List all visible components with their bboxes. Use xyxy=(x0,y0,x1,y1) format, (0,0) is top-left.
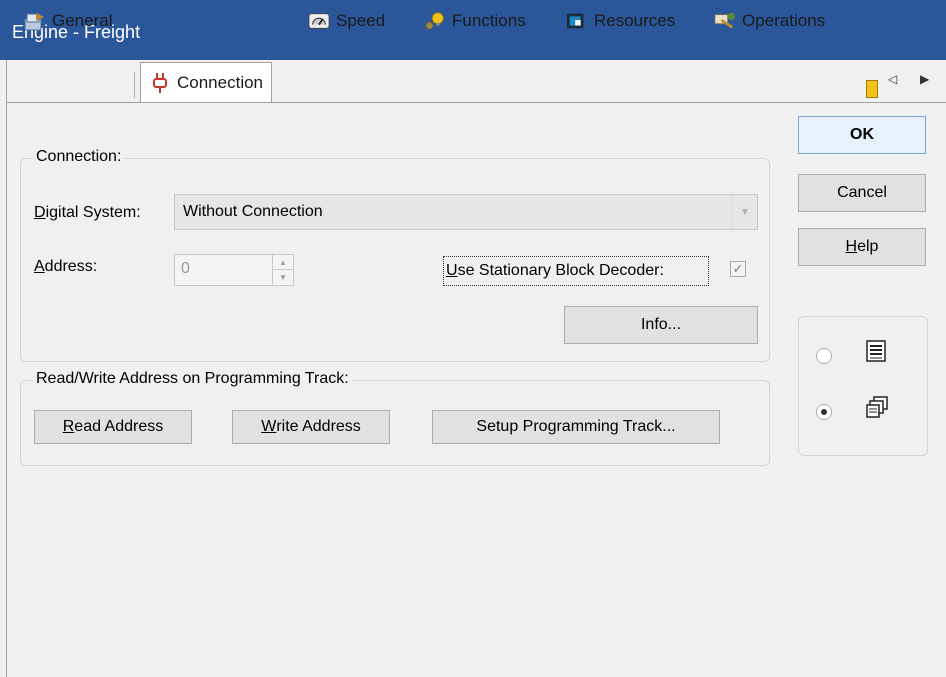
help-button[interactable]: Help xyxy=(798,228,926,266)
tab-connection[interactable]: Connection xyxy=(140,62,273,102)
tab-resources[interactable]: Resources xyxy=(566,4,675,38)
read-address-button[interactable]: Read Address xyxy=(34,410,192,444)
tab-operations-label: Operations xyxy=(742,11,826,30)
digital-system-select[interactable]: Without Connection ▼ xyxy=(174,194,758,230)
tab-scroll-left-icon[interactable]: ◁ xyxy=(888,72,897,86)
plug-icon xyxy=(149,72,171,94)
address-spinner[interactable]: 0 ▲ ▼ xyxy=(174,254,294,286)
tab-resources-label: Resources xyxy=(594,11,676,30)
general-icon xyxy=(24,10,46,32)
functions-icon xyxy=(424,10,446,32)
speedometer-icon xyxy=(308,10,330,32)
address-spinner-buttons[interactable]: ▲ ▼ xyxy=(272,255,293,285)
cancel-button[interactable]: Cancel xyxy=(798,174,926,212)
chevron-down-icon[interactable]: ▼ xyxy=(732,195,757,229)
stationary-block-decoder-label[interactable]: Use Stationary Block Decoder: xyxy=(446,262,664,280)
connection-legend: Connection: xyxy=(33,148,125,166)
list-view-radio[interactable] xyxy=(816,348,832,364)
view-options-panel xyxy=(798,316,928,456)
operations-icon xyxy=(714,10,736,32)
multi-window-icon xyxy=(866,396,888,424)
tab-general-label: General xyxy=(52,11,113,30)
digital-system-label: Digital System: xyxy=(34,204,141,221)
tab-general[interactable]: General xyxy=(24,4,112,38)
write-address-button[interactable]: Write Address xyxy=(232,410,390,444)
ok-button[interactable]: OK xyxy=(798,116,926,154)
programming-legend: Read/Write Address on Programming Track: xyxy=(33,370,352,388)
tab-operations[interactable]: Operations xyxy=(714,4,825,38)
list-view-icon xyxy=(866,340,886,368)
next-tab-peek-icon xyxy=(866,80,878,98)
spin-down-icon[interactable]: ▼ xyxy=(273,270,293,285)
tab-functions[interactable]: Functions xyxy=(424,4,526,38)
address-value: 0 xyxy=(181,260,190,277)
resources-icon xyxy=(566,10,588,32)
spin-up-icon[interactable]: ▲ xyxy=(273,255,293,270)
stationary-block-decoder-checkbox[interactable]: ✓ xyxy=(730,261,746,277)
tab-speed-label: Speed xyxy=(336,11,386,30)
digital-system-value: Without Connection xyxy=(183,203,323,220)
checkmark-icon: ✓ xyxy=(732,261,744,276)
address-label: Address: xyxy=(34,258,98,275)
tab-functions-label: Functions xyxy=(452,11,526,30)
tab-strip-border xyxy=(6,102,946,103)
info-button[interactable]: Info... xyxy=(564,306,758,344)
setup-programming-track-button[interactable]: Setup Programming Track... xyxy=(432,410,720,444)
tab-separator xyxy=(134,72,135,98)
multi-window-radio[interactable] xyxy=(816,404,832,420)
tab-connection-label: Connection xyxy=(177,72,264,92)
tab-speed[interactable]: Speed xyxy=(308,4,385,38)
tab-scroll-right-icon[interactable]: ▶ xyxy=(920,72,929,86)
